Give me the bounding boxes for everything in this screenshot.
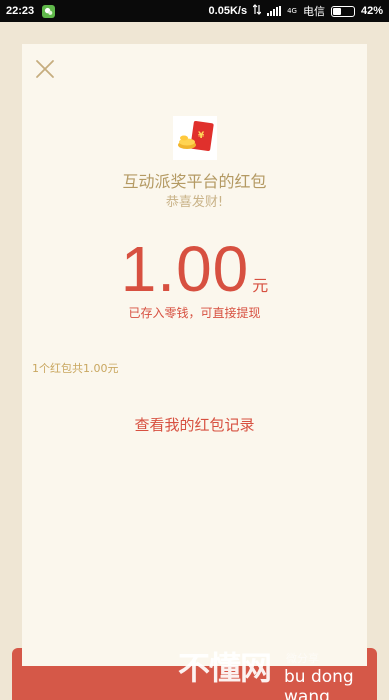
watermark: 不懂网 微分享 bu dong wang — [178, 648, 378, 700]
network-type: 4G — [287, 6, 297, 15]
status-bar: 22:23 0.05K/s 4G 电信 42% — [0, 0, 389, 22]
amount-value: 1.00 — [120, 233, 250, 305]
sender-logo: ¥ — [173, 116, 217, 160]
app-notification-icon — [42, 4, 56, 18]
close-icon — [36, 60, 54, 78]
close-button[interactable] — [35, 59, 55, 79]
battery-icon — [330, 5, 355, 17]
greeting-message: 恭喜发财! — [165, 195, 224, 210]
watermark-sub: bu dong wang — [284, 667, 354, 700]
amount-unit: 元 — [252, 276, 269, 295]
watermark-main: 不懂网 — [178, 649, 272, 687]
amount-display: 1.00 元 — [22, 234, 367, 304]
carrier-name: 电信 — [302, 5, 325, 18]
view-history-link[interactable]: 查看我的红包记录 — [22, 414, 367, 435]
red-packet-detail-card: ¥ 互动派奖平台的红包 恭喜发财! 1.00 元 已存入零钱，可直接提现 1个红包… — [22, 44, 367, 666]
network-speed: 0.05K/s — [208, 5, 248, 17]
signal-strength-icon — [267, 6, 282, 16]
packet-summary: 1个红包共1.00元 — [32, 362, 119, 375]
saved-to-wallet-note: 已存入零钱，可直接提现 — [128, 306, 261, 320]
watermark-brand: 微分享 — [286, 652, 319, 665]
data-transfer-icon — [252, 4, 262, 18]
status-time: 22:23 — [6, 5, 35, 17]
battery-percent: 42% — [360, 5, 383, 17]
svg-text:¥: ¥ — [198, 131, 205, 141]
sender-name: 互动派奖平台的红包 — [122, 172, 267, 191]
